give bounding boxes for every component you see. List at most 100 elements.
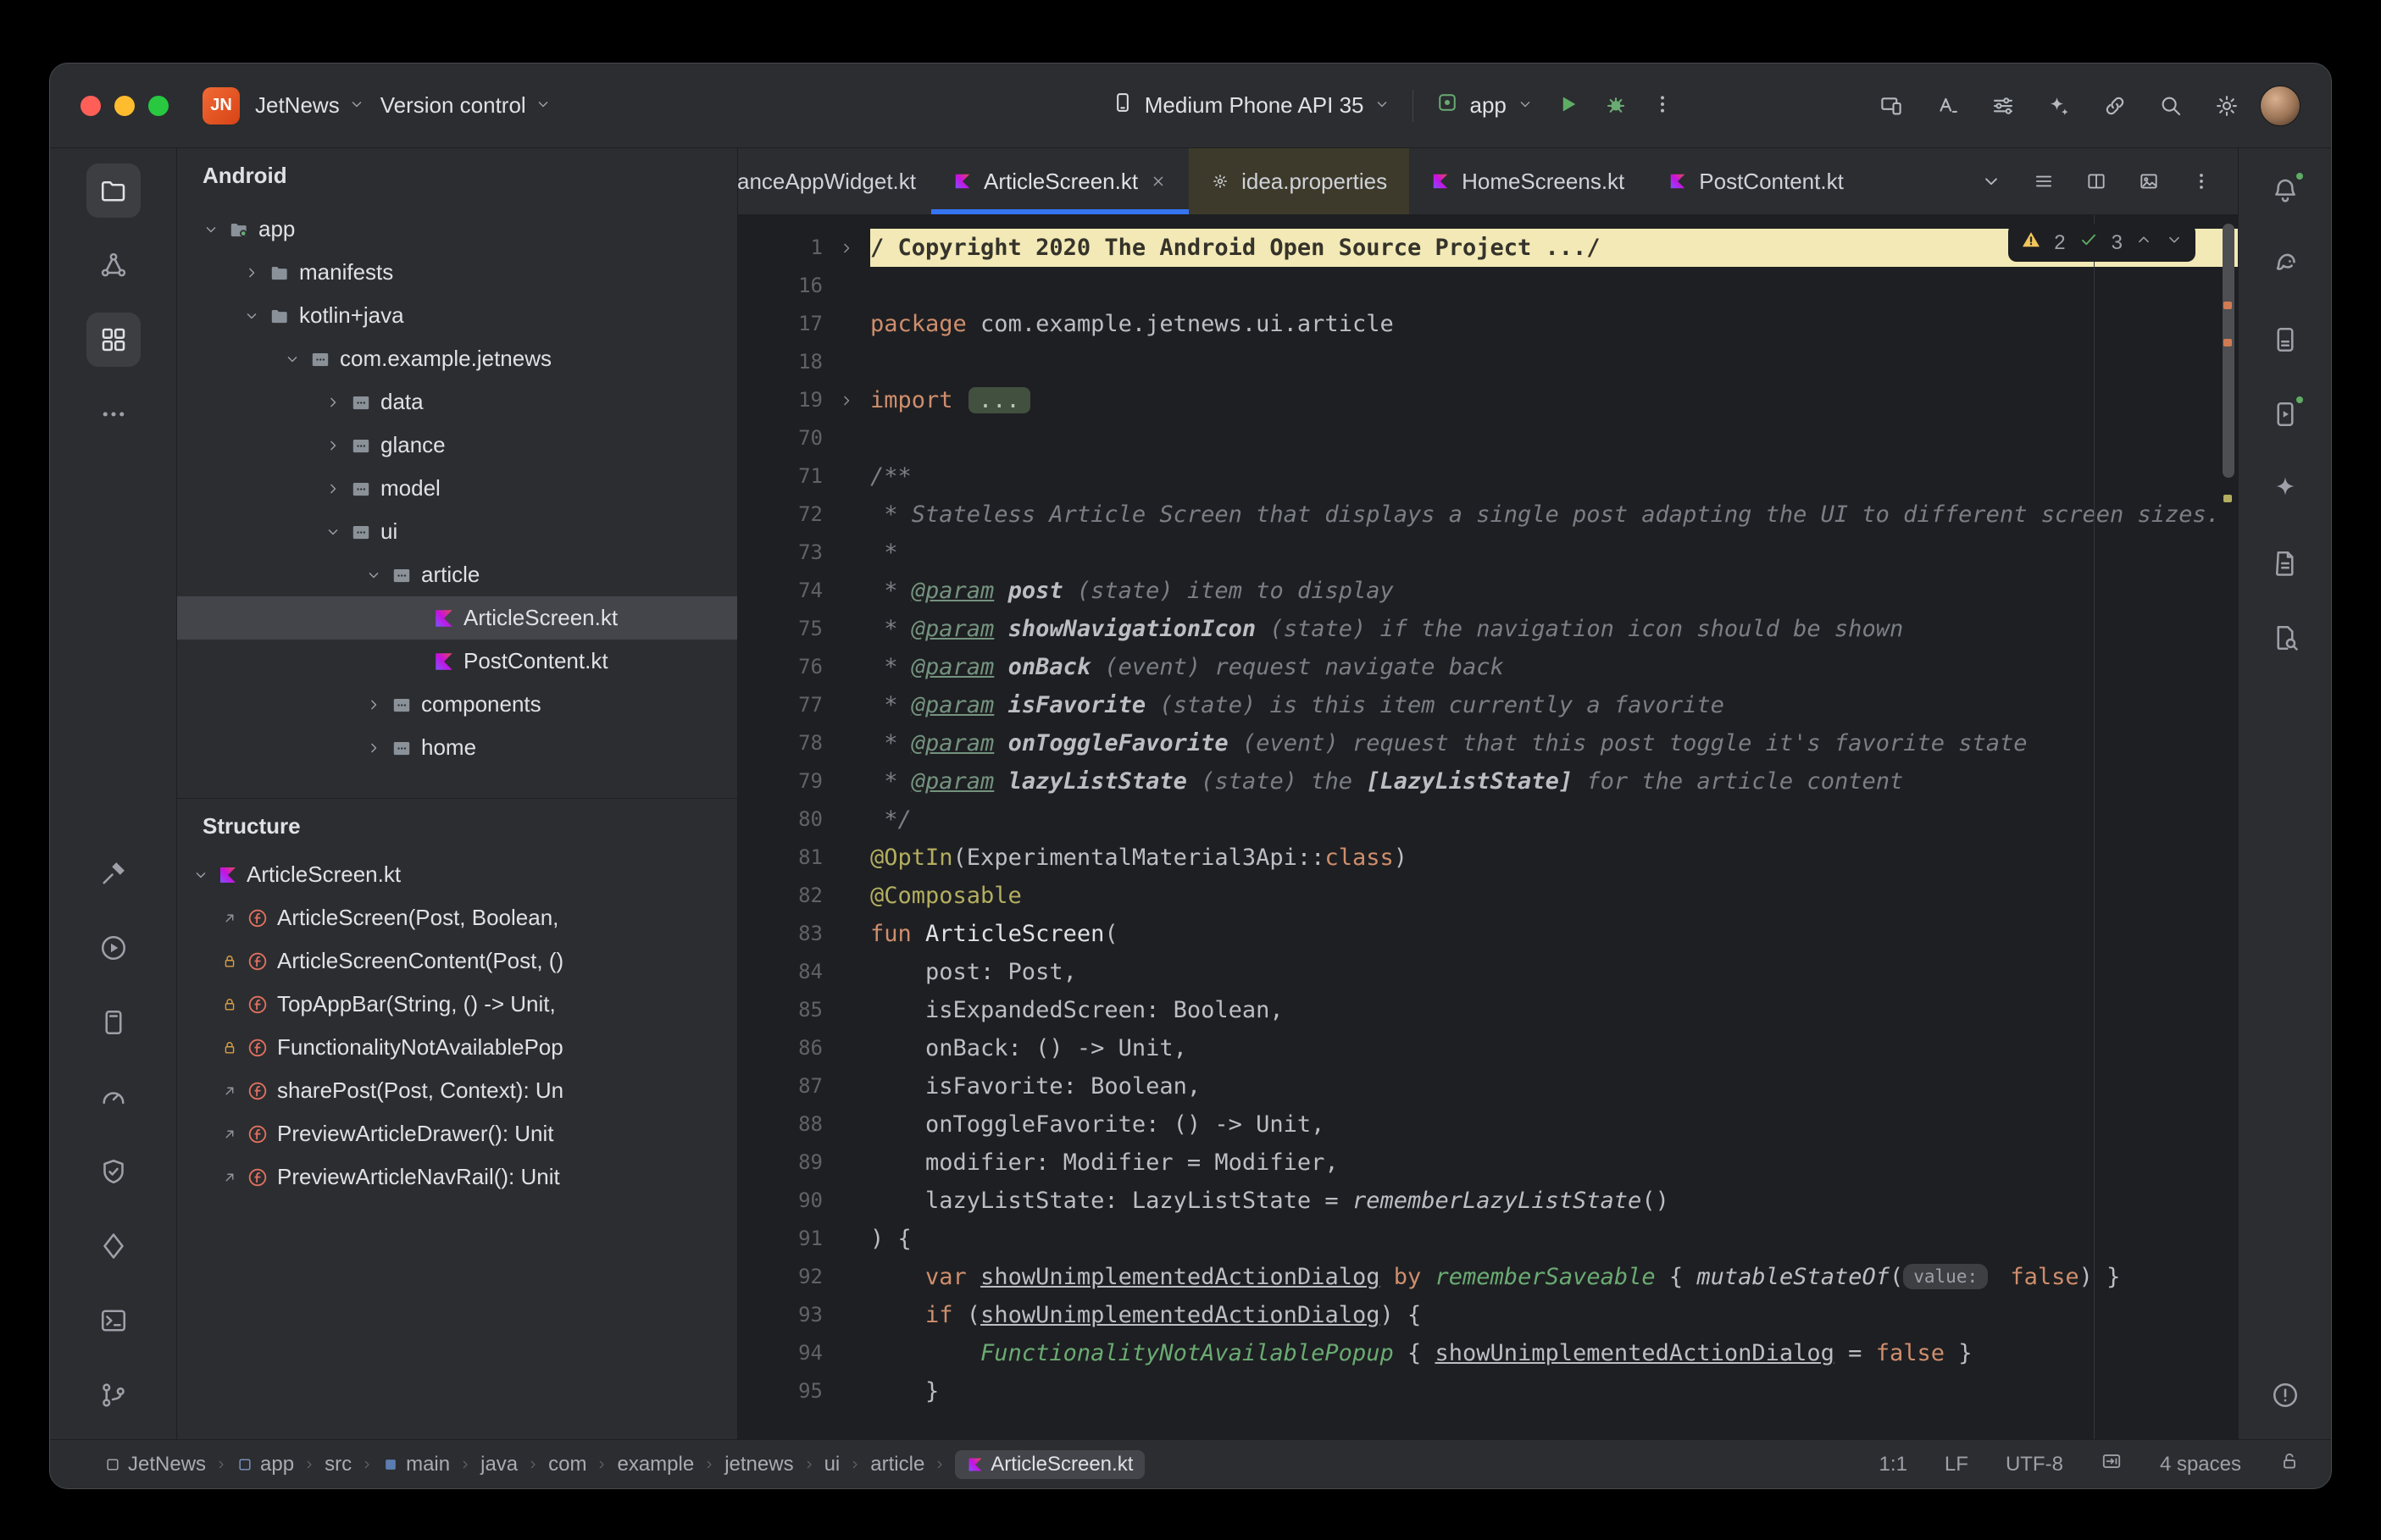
problems-button[interactable]: [2258, 1368, 2312, 1422]
code-line[interactable]: 73 *: [738, 534, 2238, 572]
chevron-down-button[interactable]: [1980, 170, 2002, 192]
breadcrumb-item[interactable]: jetnews: [724, 1453, 793, 1476]
breadcrumb-item[interactable]: ArticleScreen.kt: [955, 1449, 1146, 1479]
project-tree-item[interactable]: model: [177, 467, 737, 510]
editor-tab[interactable]: PostContent.kt: [1646, 148, 1866, 214]
running-devices-button[interactable]: [2258, 387, 2312, 441]
code-line[interactable]: 70: [738, 419, 2238, 457]
code-line[interactable]: 78 * @param onToggleFavorite (event) req…: [738, 724, 2238, 762]
code-line[interactable]: 71 /**: [738, 457, 2238, 496]
structure-item[interactable]: PreviewArticleDrawer(): Unit: [177, 1112, 737, 1155]
breadcrumb-item[interactable]: com: [548, 1453, 586, 1476]
version-control-button[interactable]: [86, 1368, 141, 1422]
fold-indicator[interactable]: [823, 381, 870, 419]
structure-item[interactable]: ArticleScreenContent(Post, (): [177, 939, 737, 983]
code-line[interactable]: 75 * @param showNavigationIcon (state) i…: [738, 610, 2238, 648]
editor-tab[interactable]: idea.properties: [1189, 148, 1410, 214]
editor-tab[interactable]: lanceAppWidget.kt: [738, 148, 931, 214]
breadcrumb-item[interactable]: ui: [824, 1453, 841, 1476]
filter-sliders-button[interactable]: [1990, 93, 2016, 119]
device-manager-button[interactable]: [86, 995, 141, 1050]
code-line[interactable]: 81 @OptIn(ExperimentalMaterial3Api::class…: [738, 839, 2238, 877]
project-tree-item[interactable]: data: [177, 380, 737, 424]
project-folder-button[interactable]: [86, 163, 141, 218]
code-line[interactable]: 94 FunctionalityNotAvailablePopup { show…: [738, 1334, 2238, 1372]
inspections-widget[interactable]: 2 3: [2008, 224, 2195, 262]
editor-list-button[interactable]: [2033, 170, 2055, 192]
code-line[interactable]: 16: [738, 267, 2238, 305]
code-line[interactable]: 79 * @param lazyListState (state) the [L…: [738, 762, 2238, 800]
code-editor[interactable]: 1/ Copyright 2020 The Android Open Sourc…: [738, 215, 2238, 1439]
minimize-window-button[interactable]: [114, 95, 135, 116]
caret-position[interactable]: 1:1: [1879, 1453, 1907, 1476]
app-quality-insights-button[interactable]: [86, 1144, 141, 1199]
gradle-button[interactable]: [2258, 238, 2312, 292]
more-tools-button[interactable]: [86, 387, 141, 441]
code-line[interactable]: 72 * Stateless Article Screen that displ…: [738, 496, 2238, 534]
code-line[interactable]: 85 isExpandedScreen: Boolean,: [738, 991, 2238, 1029]
breadcrumb-item[interactable]: article: [870, 1453, 924, 1476]
terminal-button[interactable]: [86, 1293, 141, 1348]
more-run-options-button[interactable]: [1651, 92, 1674, 119]
structure-root-item[interactable]: ArticleScreen.kt: [177, 853, 737, 896]
breadcrumb-item[interactable]: app: [236, 1453, 294, 1476]
preview-button[interactable]: [2138, 170, 2160, 192]
line-separator[interactable]: LF: [1945, 1453, 1968, 1476]
breadcrumb-item[interactable]: main: [382, 1453, 450, 1476]
file-encoding[interactable]: UTF-8: [2006, 1453, 2063, 1476]
gemini-sparkle-button[interactable]: [2258, 462, 2312, 516]
code-line[interactable]: 83 fun ArticleScreen(: [738, 915, 2238, 953]
structure-button[interactable]: [86, 313, 141, 367]
run-configuration[interactable]: app: [1435, 91, 1533, 120]
code-line[interactable]: 80 */: [738, 800, 2238, 839]
code-line[interactable]: 93 if (showUnimplementedActionDialog) {: [738, 1296, 2238, 1334]
indent-setting[interactable]: 4 spaces: [2160, 1453, 2241, 1476]
code-line[interactable]: 17 package com.example.jetnews.ui.article: [738, 305, 2238, 343]
project-tree-item[interactable]: com.example.jetnews: [177, 337, 737, 380]
warning-stripe-mark[interactable]: [2223, 495, 2232, 502]
project-tree-item[interactable]: manifests: [177, 251, 737, 294]
code-line[interactable]: 86 onBack: () -> Unit,: [738, 1029, 2238, 1067]
ai-sparkle-button[interactable]: [2046, 93, 2072, 119]
editor-scrollbar[interactable]: [2219, 215, 2238, 1439]
device-selector[interactable]: Medium Phone API 35: [1111, 91, 1391, 120]
code-line[interactable]: 77 * @param isFavorite (state) is this i…: [738, 686, 2238, 724]
code-line[interactable]: 95 }: [738, 1372, 2238, 1410]
project-menu[interactable]: JetNews: [255, 92, 365, 119]
scrollbar-thumb[interactable]: [2223, 224, 2234, 478]
close-window-button[interactable]: [80, 95, 101, 116]
run-tool-button[interactable]: [86, 921, 141, 975]
code-line[interactable]: 84 post: Post,: [738, 953, 2238, 991]
project-tree-item[interactable]: glance: [177, 424, 737, 467]
build-button[interactable]: [86, 846, 141, 900]
project-tree-item[interactable]: article: [177, 553, 737, 596]
code-line[interactable]: 91) {: [738, 1220, 2238, 1258]
device-mirroring-button[interactable]: [1879, 93, 1904, 119]
split-editor-button[interactable]: [2085, 170, 2107, 192]
editor-tab[interactable]: HomeScreens.kt: [1409, 148, 1646, 214]
code-line[interactable]: 18: [738, 343, 2238, 381]
search-button[interactable]: [2158, 93, 2184, 119]
commit-nodes-button[interactable]: [86, 238, 141, 292]
app-inspection-button[interactable]: [2258, 611, 2312, 665]
structure-item[interactable]: TopAppBar(String, () -> Unit,: [177, 983, 737, 1026]
device-explorer-button[interactable]: [2258, 313, 2312, 367]
user-avatar[interactable]: [2260, 85, 2301, 126]
code-line[interactable]: 88 onToggleFavorite: () -> Unit,: [738, 1105, 2238, 1144]
run-button[interactable]: [1556, 91, 1581, 119]
code-line[interactable]: 89 modifier: Modifier = Modifier,: [738, 1144, 2238, 1182]
code-line[interactable]: 82 @Composable: [738, 877, 2238, 915]
editor-tab[interactable]: ArticleScreen.kt: [931, 148, 1190, 214]
project-tree-item[interactable]: PostContent.kt: [177, 640, 737, 683]
fold-indicator[interactable]: [823, 229, 870, 267]
rename-a-button[interactable]: [1934, 93, 1960, 119]
project-tree-item[interactable]: kotlin+java: [177, 294, 737, 337]
code-line[interactable]: 76 * @param onBack (event) request navig…: [738, 648, 2238, 686]
settings-gear-button[interactable]: [2214, 93, 2239, 119]
project-tree-item[interactable]: app: [177, 208, 737, 251]
project-tree-item[interactable]: home: [177, 726, 737, 769]
structure-item[interactable]: FunctionalityNotAvailablePop: [177, 1026, 737, 1069]
more-vertical-button[interactable]: [2190, 170, 2212, 192]
project-view-selector[interactable]: Android: [177, 148, 737, 202]
code-line[interactable]: 87 isFavorite: Boolean,: [738, 1067, 2238, 1105]
